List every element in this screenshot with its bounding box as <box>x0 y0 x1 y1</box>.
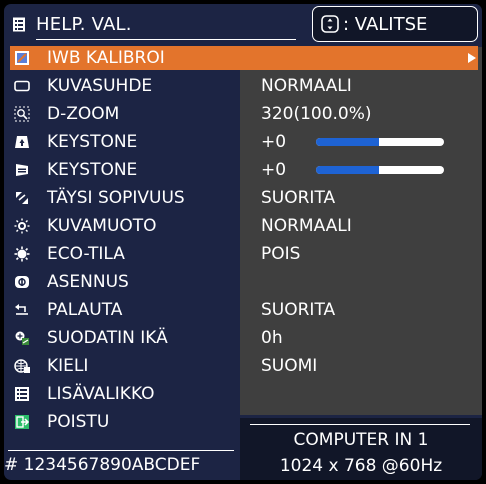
menu-item-eco-tila[interactable]: ECO-TILA POIS <box>10 242 478 266</box>
menu-item-label: POISTU <box>47 412 110 432</box>
serial-divider <box>8 450 234 451</box>
menu-item-label: SUODATIN IKÄ <box>47 328 168 348</box>
menu-item-d-zoom[interactable]: D-ZOOM 320(100.0%) <box>10 102 478 126</box>
slider-center-mark <box>379 166 381 174</box>
serial-number: # 1234567890ABCDEF <box>4 455 201 475</box>
keystone-v-icon <box>15 136 29 148</box>
header-underline <box>36 39 296 40</box>
menu-item-value: +0 <box>261 132 287 152</box>
submenu-arrow-icon <box>468 53 476 63</box>
menu-item-palauta[interactable]: PALAUTA SUORITA <box>10 298 478 322</box>
menu-item-keystone[interactable]: KEYSTONE +0 <box>10 130 478 154</box>
menu-item-value: SUORITA <box>261 188 336 208</box>
menu-item-label: PALAUTA <box>47 300 123 320</box>
menu-list-icon <box>13 17 25 32</box>
menu-item-iwb-kalibroi[interactable]: IWB KALIBROI <box>10 46 478 70</box>
menu-item-keystone[interactable]: KEYSTONE +0 <box>10 158 478 182</box>
menu-header: HELP. VAL. <box>12 8 296 40</box>
installation-icon <box>15 276 29 288</box>
menu-item-asennus[interactable]: ASENNUS <box>10 270 478 294</box>
menu-item-lisävalikko[interactable]: LISÄVALIKKO <box>10 382 478 406</box>
menu-item-label: KEYSTONE <box>47 160 138 180</box>
menu-item-value: POIS <box>261 244 301 264</box>
menu-item-label: KIELI <box>47 356 89 376</box>
menu-item-label: D-ZOOM <box>47 104 120 124</box>
keystone-slider[interactable] <box>316 138 444 146</box>
menu-title: HELP. VAL. <box>36 14 132 35</box>
menu-item-label: KUVASUHDE <box>47 76 153 96</box>
info-divider <box>250 424 470 425</box>
menu-item-kuvamuoto[interactable]: KUVAMUOTO NORMAALI <box>10 214 478 238</box>
menu-item-value: NORMAALI <box>261 216 352 236</box>
select-hint: : VALITSE <box>312 6 478 42</box>
menu-item-kieli[interactable]: KIELI SUOMI <box>10 354 478 378</box>
zoom-icon <box>14 106 30 122</box>
keystone-slider[interactable] <box>316 166 444 174</box>
slider-fill <box>316 166 380 174</box>
calibrate-icon <box>15 51 29 65</box>
menu-item-label: ECO-TILA <box>47 244 125 264</box>
exit-icon <box>15 415 30 429</box>
menu-item-label: ASENNUS <box>47 272 129 292</box>
perfect-fit-icon <box>16 192 28 204</box>
menu-item-suodatin-ikä[interactable]: SUODATIN IKÄ 0h <box>10 326 478 350</box>
menu-item-kuvasuhde[interactable]: KUVASUHDE NORMAALI <box>10 74 478 98</box>
menu-item-value: SUOMI <box>261 356 318 376</box>
menu-item-value: NORMAALI <box>261 76 352 96</box>
advanced-menu-icon <box>15 387 29 401</box>
eco-icon <box>14 246 30 262</box>
menu-item-label: IWB KALIBROI <box>47 48 165 68</box>
slider-fill <box>316 138 380 146</box>
menu-item-label: KUVAMUOTO <box>47 216 157 236</box>
slider-center-mark <box>379 138 381 146</box>
menu-item-value: SUORITA <box>261 300 336 320</box>
aspect-icon <box>14 80 30 92</box>
filter-icon <box>15 331 29 345</box>
language-icon <box>14 359 30 373</box>
picture-mode-icon <box>14 218 30 234</box>
menu-item-label: TÄYSI SOPIVUUS <box>47 188 185 208</box>
menu-item-täysi-sopivuus[interactable]: TÄYSI SOPIVUUS SUORITA <box>10 186 478 210</box>
input-source: COMPUTER IN 1 <box>293 430 429 450</box>
signal-format: 1024 x 768 @60Hz <box>279 456 443 476</box>
menu-item-value: +0 <box>261 160 287 180</box>
menu-item-label: KEYSTONE <box>47 132 138 152</box>
menu-item-value: 0h <box>261 328 283 348</box>
nav-pad-icon <box>321 15 339 33</box>
menu-item-value: 320(100.0%) <box>261 104 372 124</box>
projector-osd: HELP. VAL. : VALITSE IWB KALIBROI KUVASUH… <box>0 0 486 484</box>
menu-item-label: LISÄVALIKKO <box>47 384 155 404</box>
select-label: : VALITSE <box>343 14 428 35</box>
reset-icon <box>15 304 28 315</box>
keystone-h-icon <box>16 164 28 176</box>
menu-panel: HELP. VAL. : VALITSE IWB KALIBROI KUVASUH… <box>4 4 482 480</box>
